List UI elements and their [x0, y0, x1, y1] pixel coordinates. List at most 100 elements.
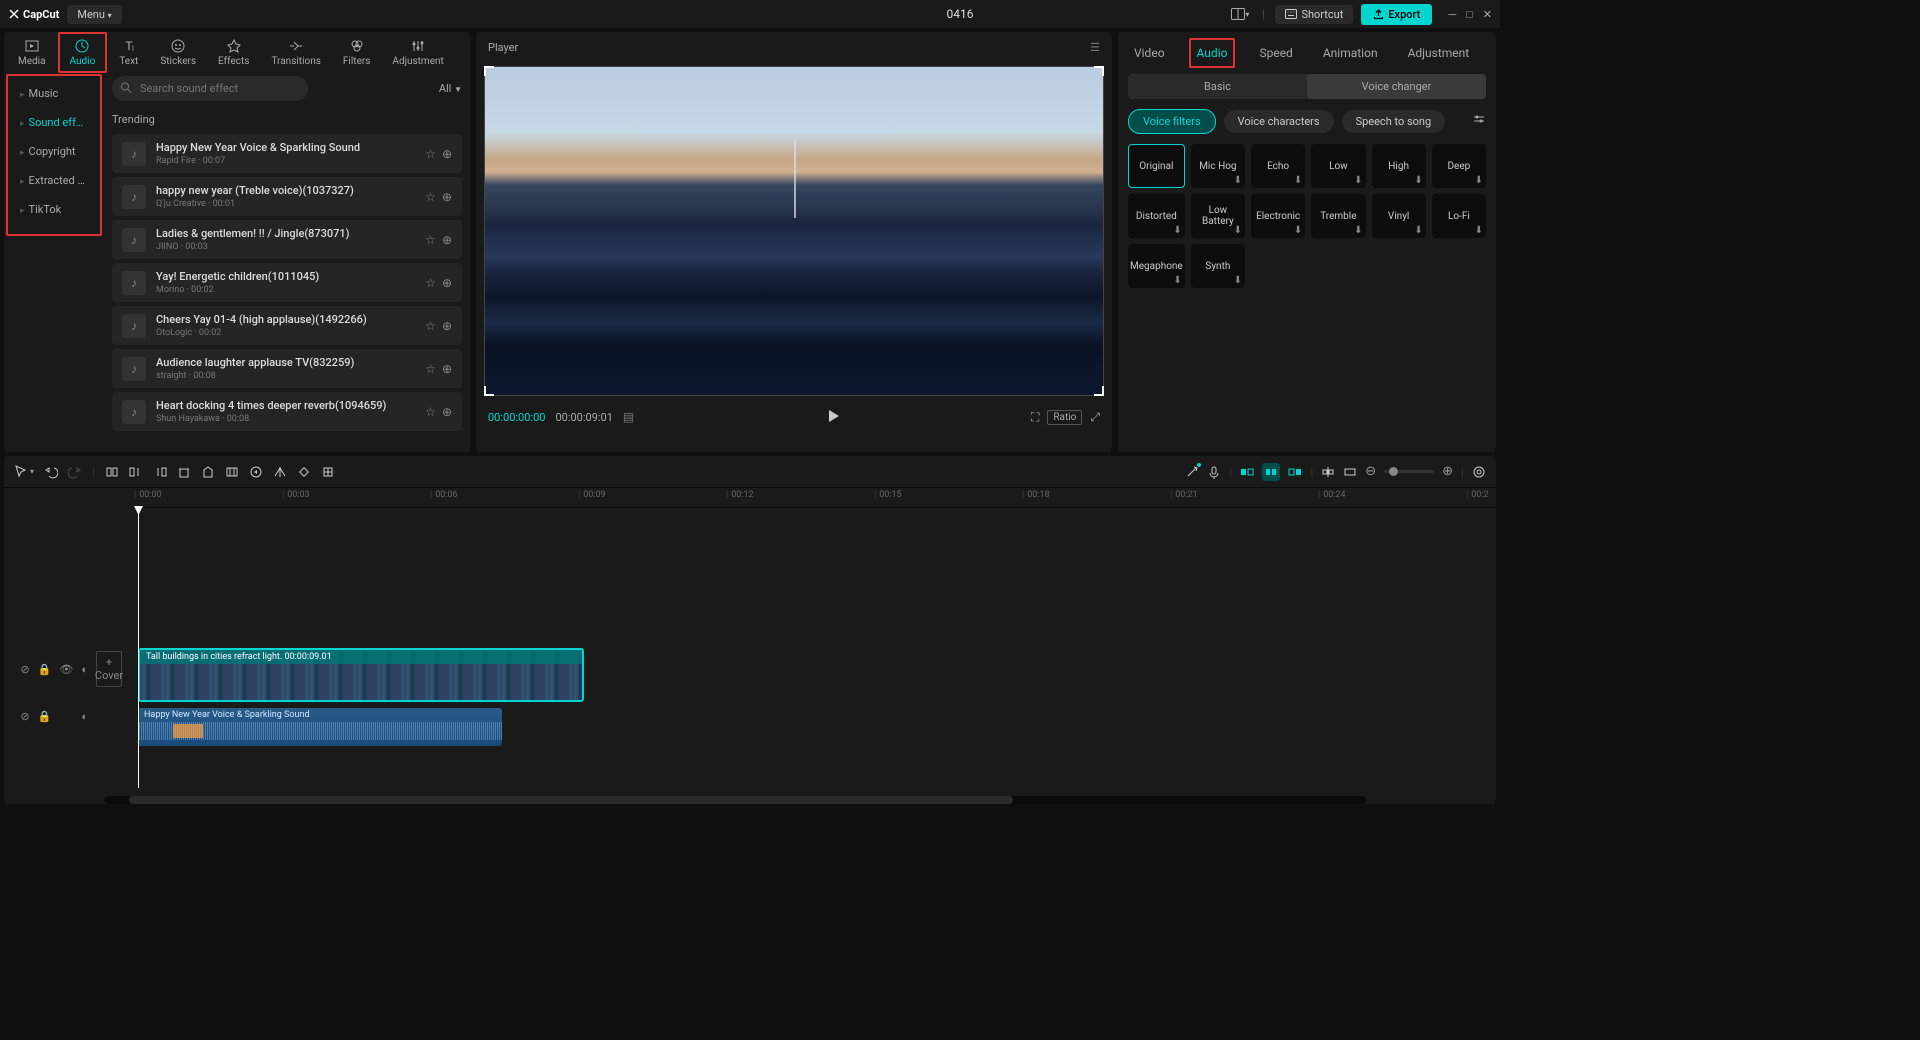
layout-icon[interactable]: ▾: [1229, 5, 1251, 23]
timeline-ruler[interactable]: 00:0000:0300:0600:0900:1200:1500:1800:21…: [134, 488, 1496, 508]
sound-item[interactable]: ♪Audience laughter applause TV(832259)st…: [112, 349, 462, 388]
filter-icon[interactable]: [1472, 113, 1486, 130]
inspector-tab-animation[interactable]: Animation: [1317, 40, 1384, 66]
mute-icon[interactable]: ⊘: [20, 663, 29, 676]
marker-tool[interactable]: [201, 465, 215, 479]
add-icon[interactable]: ⊕: [442, 147, 452, 161]
menu-button[interactable]: Menu ▾: [67, 5, 121, 24]
category-tiktok[interactable]: TikTok: [12, 196, 96, 223]
voice-filter-mic-hog[interactable]: Mic Hog⬇: [1191, 144, 1245, 188]
player-menu-icon[interactable]: ☰: [1090, 41, 1100, 54]
fullscreen-icon[interactable]: ⤢: [1090, 410, 1100, 425]
zoom-slider[interactable]: [1384, 470, 1434, 473]
add-icon[interactable]: ⊕: [442, 362, 452, 376]
minimize-icon[interactable]: ─: [1448, 8, 1456, 21]
add-icon[interactable]: ⊕: [442, 276, 452, 290]
reverse-tool[interactable]: [249, 465, 263, 479]
voice-filter-high[interactable]: High⬇: [1372, 144, 1426, 188]
toggle-icon[interactable]: ◐: [81, 710, 88, 723]
all-filter[interactable]: All ▼: [439, 82, 462, 95]
mute-icon[interactable]: ⊘: [20, 710, 29, 723]
favorite-icon[interactable]: ☆: [425, 405, 436, 419]
list-icon[interactable]: ▤: [623, 410, 634, 424]
voice-filter-megaphone[interactable]: Megaphone⬇: [1128, 244, 1185, 288]
segment-voice-changer[interactable]: Voice changer: [1307, 74, 1486, 99]
media-tab-transitions[interactable]: Transitions: [261, 34, 330, 71]
add-icon[interactable]: ⊕: [442, 405, 452, 419]
sound-item[interactable]: ♪happy new year (Treble voice)(1037327)Q…: [112, 177, 462, 216]
category-music[interactable]: Music: [12, 80, 96, 107]
snap-tool-3[interactable]: [1288, 465, 1302, 479]
voice-filter-electronic[interactable]: Electronic⬇: [1251, 194, 1305, 238]
search-input[interactable]: [112, 76, 308, 101]
freeze-tool[interactable]: [321, 465, 335, 479]
media-tab-effects[interactable]: Effects: [208, 34, 259, 71]
segment-basic[interactable]: Basic: [1128, 74, 1307, 99]
voice-filter-lo-fi[interactable]: Lo-Fi⬇: [1432, 194, 1486, 238]
zoom-out-icon[interactable]: ⊖: [1365, 464, 1376, 479]
media-tab-media[interactable]: Media: [8, 34, 56, 71]
mic-tool[interactable]: [1207, 465, 1221, 479]
preview-tool[interactable]: [1343, 465, 1357, 479]
snap-tool-1[interactable]: [1240, 465, 1254, 479]
media-tab-filters[interactable]: Filters: [333, 34, 381, 71]
category-sound-effe-[interactable]: Sound effe...: [12, 109, 96, 136]
pill-voice-characters[interactable]: Voice characters: [1224, 110, 1334, 133]
ratio-button[interactable]: Ratio: [1047, 410, 1082, 425]
voice-filter-low[interactable]: Low⬇: [1311, 144, 1365, 188]
split-right-tool[interactable]: [153, 465, 167, 479]
lock-icon[interactable]: 🔒: [38, 663, 52, 676]
add-icon[interactable]: ⊕: [442, 319, 452, 333]
sound-item[interactable]: ♪Cheers Yay 01-4 (high applause)(1492266…: [112, 306, 462, 345]
fit-tool[interactable]: [1472, 465, 1486, 479]
export-button[interactable]: Export: [1361, 4, 1432, 25]
voice-filter-tremble[interactable]: Tremble⬇: [1311, 194, 1365, 238]
redo-icon[interactable]: [68, 465, 82, 479]
align-tool[interactable]: [1321, 465, 1335, 479]
pill-speech-to-song[interactable]: Speech to song: [1342, 110, 1446, 133]
snap-tool-2[interactable]: [1262, 463, 1280, 481]
timeline-scrollbar[interactable]: [104, 796, 1366, 804]
media-tab-stickers[interactable]: Stickers: [150, 34, 206, 71]
voice-filter-low-battery[interactable]: Low Battery⬇: [1191, 194, 1245, 238]
play-button[interactable]: [825, 408, 841, 427]
media-tab-text[interactable]: TIText: [109, 34, 148, 71]
inspector-tab-video[interactable]: Video: [1128, 40, 1171, 66]
shortcut-button[interactable]: Shortcut: [1275, 5, 1353, 24]
audio-clip[interactable]: Happy New Year Voice & Sparkling Sound: [138, 708, 502, 746]
scale-icon[interactable]: ⛶: [1031, 410, 1039, 425]
inspector-tab-adjustment[interactable]: Adjustment: [1402, 40, 1476, 66]
favorite-icon[interactable]: ☆: [425, 319, 436, 333]
undo-icon[interactable]: [44, 465, 58, 479]
maximize-icon[interactable]: □: [1466, 8, 1473, 21]
inspector-tab-audio[interactable]: Audio: [1189, 38, 1236, 68]
voice-filter-vinyl[interactable]: Vinyl⬇: [1372, 194, 1426, 238]
rotate-tool[interactable]: [297, 465, 311, 479]
favorite-icon[interactable]: ☆: [425, 362, 436, 376]
favorite-icon[interactable]: ☆: [425, 190, 436, 204]
favorite-icon[interactable]: ☆: [425, 276, 436, 290]
close-icon[interactable]: ✕: [1483, 8, 1492, 21]
mirror-tool[interactable]: [273, 465, 287, 479]
pointer-tool[interactable]: ▾: [14, 465, 34, 479]
playhead[interactable]: [138, 508, 139, 788]
add-icon[interactable]: ⊕: [442, 233, 452, 247]
add-icon[interactable]: ⊕: [442, 190, 452, 204]
voice-filter-distorted[interactable]: Distorted⬇: [1128, 194, 1185, 238]
split-left-tool[interactable]: [129, 465, 143, 479]
delete-tool[interactable]: [177, 465, 191, 479]
voice-filter-synth[interactable]: Synth⬇: [1191, 244, 1245, 288]
sound-item[interactable]: ♪Ladies & gentlemen! !! / Jingle(873071)…: [112, 220, 462, 259]
inspector-tab-speed[interactable]: Speed: [1253, 40, 1298, 66]
voice-filter-deep[interactable]: Deep⬇: [1432, 144, 1486, 188]
category-copyright[interactable]: Copyright: [12, 138, 96, 165]
favorite-icon[interactable]: ☆: [425, 147, 436, 161]
sound-item[interactable]: ♪Heart docking 4 times deeper reverb(109…: [112, 392, 462, 431]
timeline-tracks[interactable]: Tall buildings in cities refract light. …: [134, 508, 1496, 796]
voice-filter-original[interactable]: Original: [1128, 144, 1185, 188]
media-tab-adjustment[interactable]: Adjustment: [382, 34, 453, 71]
split-tool[interactable]: [105, 465, 119, 479]
media-tab-audio[interactable]: Audio: [58, 32, 108, 73]
zoom-in-icon[interactable]: ⊕: [1442, 464, 1453, 479]
lock-icon[interactable]: 🔒: [38, 710, 52, 723]
